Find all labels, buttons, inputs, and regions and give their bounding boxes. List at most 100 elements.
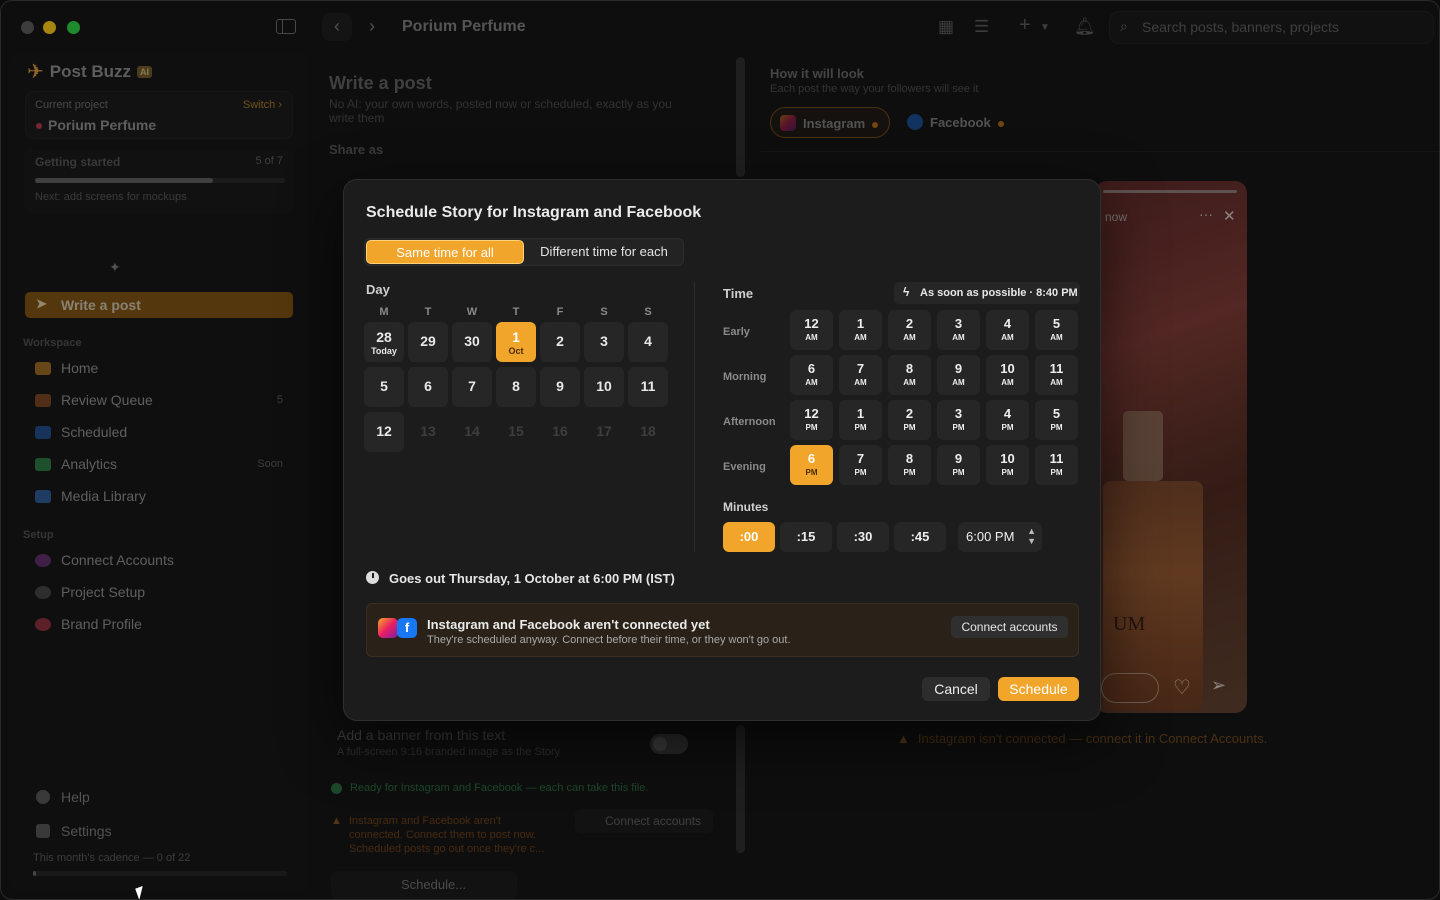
- time-row-label: Evening: [723, 461, 766, 473]
- time-label: Time: [723, 286, 754, 301]
- hour-number: 2: [905, 316, 914, 331]
- day-number: 1: [512, 329, 520, 345]
- hour-number: 2: [905, 406, 914, 421]
- hour-cell-8am[interactable]: 8 AM: [888, 355, 931, 395]
- hour-cell-5am[interactable]: 5 AM: [1035, 310, 1078, 350]
- day-cell-6[interactable]: 6: [408, 367, 448, 407]
- hour-period: PM: [1001, 423, 1014, 432]
- asap-button[interactable]: ϟ As soon as possible · 8:40 PM: [894, 282, 1080, 304]
- day-cell-8[interactable]: 8: [496, 367, 536, 407]
- hour-cell-3pm[interactable]: 3 PM: [937, 400, 980, 440]
- hour-period: PM: [1050, 423, 1063, 432]
- day-cell-28[interactable]: 28 Today: [364, 322, 404, 362]
- hour-period: PM: [1050, 468, 1063, 477]
- hour-period: PM: [854, 423, 867, 432]
- hour-period: PM: [805, 423, 818, 432]
- hour-cell-1am[interactable]: 1 AM: [839, 310, 882, 350]
- cancel-button[interactable]: Cancel: [922, 677, 990, 701]
- hour-period: PM: [805, 468, 818, 477]
- day-label: Day: [366, 282, 390, 297]
- hour-period: PM: [903, 423, 916, 432]
- hour-cell-11pm[interactable]: 11 PM: [1035, 445, 1078, 485]
- day-cell-5[interactable]: 5: [364, 367, 404, 407]
- hour-number: 12: [804, 316, 819, 331]
- hour-cell-12am[interactable]: 12 AM: [790, 310, 833, 350]
- day-cell-17: 17: [596, 423, 612, 439]
- hour-cell-7pm[interactable]: 7 PM: [839, 445, 882, 485]
- hour-number: 4: [1003, 316, 1012, 331]
- day-cell-15: 15: [508, 423, 524, 439]
- day-cell-10[interactable]: 10: [584, 367, 624, 407]
- time-value: 6:00 PM: [966, 529, 1015, 544]
- weekday-header: M: [379, 306, 389, 318]
- time-row-label: Morning: [723, 371, 767, 383]
- connect-accounts-button[interactable]: Connect accounts: [951, 616, 1068, 638]
- weekday-header: F: [556, 306, 564, 318]
- minutes-label: Minutes: [723, 500, 769, 514]
- instagram-icon: [378, 618, 398, 638]
- day-cell-2[interactable]: 2: [540, 322, 580, 362]
- minute-option-15[interactable]: :15: [780, 522, 832, 552]
- day-cell-7[interactable]: 7: [452, 367, 492, 407]
- minute-option-45[interactable]: :45: [894, 522, 946, 552]
- day-cell-30[interactable]: 30: [452, 322, 492, 362]
- stepper-arrows-icon[interactable]: ▲ ▼: [1027, 526, 1036, 546]
- time-stepper-input[interactable]: 6:00 PM ▲ ▼: [958, 522, 1042, 552]
- hour-period: PM: [1001, 468, 1014, 477]
- hour-cell-6pm[interactable]: 6 PM: [790, 445, 833, 485]
- hour-cell-12pm[interactable]: 12 PM: [790, 400, 833, 440]
- hour-cell-5pm[interactable]: 5 PM: [1035, 400, 1078, 440]
- different-time-option[interactable]: Different time for each: [525, 240, 683, 264]
- hour-cell-6am[interactable]: 6 AM: [790, 355, 833, 395]
- day-cell-13: 13: [420, 423, 436, 439]
- hour-number: 6: [807, 451, 816, 466]
- hour-number: 5: [1052, 316, 1061, 331]
- time-row-label: Afternoon: [723, 416, 776, 428]
- hour-cell-7am[interactable]: 7 AM: [839, 355, 882, 395]
- hour-number: 10: [1000, 361, 1015, 376]
- day-cell-1[interactable]: 1 Oct: [496, 322, 536, 362]
- same-time-option[interactable]: Same time for all: [366, 240, 524, 264]
- facebook-icon: f: [397, 618, 417, 638]
- hour-period: AM: [903, 378, 916, 387]
- hour-cell-8pm[interactable]: 8 PM: [888, 445, 931, 485]
- hour-number: 8: [905, 361, 914, 376]
- day-cell-29[interactable]: 29: [408, 322, 448, 362]
- section-divider: [694, 282, 695, 552]
- hour-number: 9: [954, 361, 963, 376]
- hour-period: PM: [854, 468, 867, 477]
- hour-cell-4pm[interactable]: 4 PM: [986, 400, 1029, 440]
- day-cell-3[interactable]: 3: [584, 322, 624, 362]
- day-cell-18: 18: [640, 423, 656, 439]
- schedule-dialog: Schedule Story for Instagram and Faceboo…: [343, 179, 1101, 721]
- hour-period: AM: [903, 333, 916, 342]
- minute-option-30[interactable]: :30: [837, 522, 889, 552]
- hour-period: AM: [805, 333, 818, 342]
- hour-cell-9pm[interactable]: 9 PM: [937, 445, 980, 485]
- hour-period: AM: [805, 378, 818, 387]
- minute-option-00[interactable]: :00: [723, 522, 775, 552]
- hour-cell-11am[interactable]: 11 AM: [1035, 355, 1078, 395]
- hour-cell-2am[interactable]: 2 AM: [888, 310, 931, 350]
- hour-cell-9am[interactable]: 9 AM: [937, 355, 980, 395]
- not-connected-notice: f Instagram and Facebook aren't connecte…: [366, 603, 1079, 657]
- day-cell-12[interactable]: 12: [364, 412, 404, 452]
- day-cell-9[interactable]: 9: [540, 367, 580, 407]
- hour-cell-2pm[interactable]: 2 PM: [888, 400, 931, 440]
- day-cell-11[interactable]: 11: [628, 367, 668, 407]
- hour-number: 11: [1049, 451, 1064, 466]
- weekday-header: W: [466, 306, 478, 318]
- hour-number: 1: [856, 406, 865, 421]
- hour-cell-3am[interactable]: 3 AM: [937, 310, 980, 350]
- hour-number: 8: [905, 451, 914, 466]
- hour-cell-4am[interactable]: 4 AM: [986, 310, 1029, 350]
- hour-cell-1pm[interactable]: 1 PM: [839, 400, 882, 440]
- day-cell-4[interactable]: 4: [628, 322, 668, 362]
- weekday-header: T: [424, 306, 432, 318]
- schedule-button[interactable]: Schedule: [998, 677, 1079, 701]
- asap-label: As soon as possible · 8:40 PM: [920, 287, 1078, 299]
- lightning-icon: ϟ: [903, 285, 910, 299]
- hour-cell-10pm[interactable]: 10 PM: [986, 445, 1029, 485]
- hour-period: AM: [1050, 333, 1063, 342]
- hour-cell-10am[interactable]: 10 AM: [986, 355, 1029, 395]
